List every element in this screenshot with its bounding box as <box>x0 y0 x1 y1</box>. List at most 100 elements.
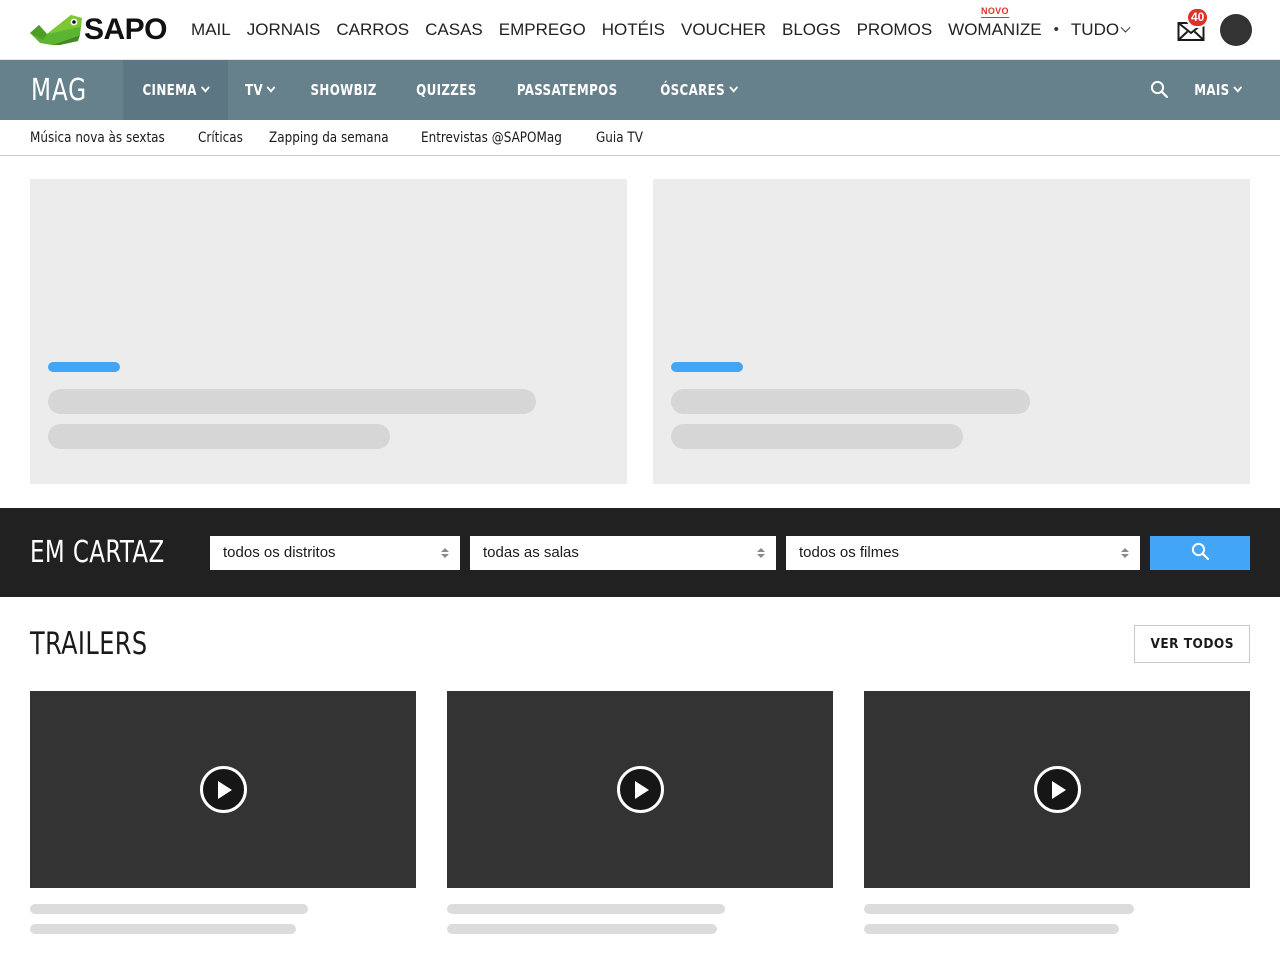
hero-card-2-title-placeholder-line-2 <box>671 424 963 449</box>
trailer-card-1-title-placeholder-line-2 <box>30 924 296 934</box>
mag-nav-link-oscares[interactable]: ÓSCARES <box>647 60 750 120</box>
sapo-nav-link-carros[interactable]: CARROS <box>328 0 417 60</box>
subnav-item-entrevistas-sapomag[interactable]: Entrevistas @SAPOMag <box>421 130 562 146</box>
sapo-nav-item-emprego[interactable]: EMPREGO <box>491 0 594 60</box>
stepper-arrows-icon <box>441 548 449 558</box>
subnav-item-zapping-da-semana[interactable]: Zapping da semana <box>269 130 389 146</box>
mag-search-button[interactable] <box>1145 75 1173 106</box>
mag-main-nav: CINEMA TV SHOWBIZ QUIZZES PASSATEMPOS ÓS… <box>123 60 756 120</box>
mag-nav-item-quizzes[interactable]: QUIZZES <box>397 60 496 120</box>
mail-count-badge: 40 <box>1186 7 1209 28</box>
trailers-header: TRAILERS VER TODOS <box>30 625 1250 663</box>
mag-nav-link-quizzes[interactable]: QUIZZES <box>403 60 490 120</box>
sapo-nav-separator: • <box>1050 0 1063 60</box>
user-avatar[interactable] <box>1220 14 1252 46</box>
districts-select-value: todos os distritos <box>223 544 433 561</box>
em-cartaz-title: EM CARTAZ <box>30 535 183 570</box>
mag-nav-item-oscares[interactable]: ÓSCARES <box>640 60 757 120</box>
sapo-nav-link-mail[interactable]: MAIL <box>183 0 239 60</box>
sapo-nav-link-voucher[interactable]: VOUCHER <box>673 0 774 60</box>
trailers-view-all-button[interactable]: VER TODOS <box>1134 625 1250 663</box>
sapo-nav-item-casas[interactable]: CASAS <box>417 0 491 60</box>
chevron-down-icon <box>201 82 210 92</box>
play-icon[interactable] <box>200 766 247 813</box>
trailer-card-1 <box>30 691 416 944</box>
em-cartaz-search-button[interactable] <box>1150 536 1250 570</box>
subnav-item-guia-tv[interactable]: Guia TV <box>596 130 643 146</box>
mag-nav-item-cinema[interactable]: CINEMA <box>123 60 228 120</box>
subnav-item-criticas[interactable]: Críticas <box>198 130 243 146</box>
movies-select[interactable]: todos os filmes <box>786 536 1140 570</box>
hero-section <box>0 156 1280 508</box>
sapo-nav-link-jornais[interactable]: JORNAIS <box>239 0 329 60</box>
trailer-card-3 <box>864 691 1250 944</box>
chevron-down-icon <box>267 82 276 92</box>
movies-select-value: todos os filmes <box>799 544 1113 561</box>
sapo-nav-item-mail[interactable]: MAIL <box>183 0 239 60</box>
mag-more-label: MAIS <box>1194 81 1229 99</box>
trailer-card-1-thumbnail[interactable] <box>30 691 416 888</box>
mag-nav-item-showbiz[interactable]: SHOWBIZ <box>291 60 396 120</box>
mag-nav-link-showbiz[interactable]: SHOWBIZ <box>298 60 391 120</box>
mag-nav-link-cinema[interactable]: CINEMA <box>129 60 221 120</box>
sapo-nav-item-voucher[interactable]: VOUCHER <box>673 0 774 60</box>
hero-card-1[interactable] <box>30 179 627 484</box>
mag-nav-link-passatempos[interactable]: PASSATEMPOS <box>504 60 631 120</box>
subnav-item-musica-nova-as-sextas[interactable]: Música nova às sextas <box>30 130 165 146</box>
hero-card-2-category-placeholder <box>671 362 743 372</box>
sapo-frog-logo-icon <box>30 15 82 45</box>
chevron-down-icon <box>1121 22 1131 32</box>
hero-card-2-placeholder <box>671 362 1232 449</box>
mag-nav-item-passatempos[interactable]: PASSATEMPOS <box>495 60 639 120</box>
em-cartaz-filter-form: todos os distritos todas as salas todos … <box>210 536 1250 570</box>
mag-nav-link-tv[interactable]: TV <box>232 60 288 120</box>
trailer-card-1-placeholder <box>30 888 416 934</box>
sapo-nav-item-blogs[interactable]: BLOGS <box>774 0 849 60</box>
play-icon[interactable] <box>617 766 664 813</box>
mail-button[interactable]: 40 <box>1176 15 1206 45</box>
trailer-card-3-title-placeholder-line-1 <box>864 904 1134 914</box>
trailers-title: TRAILERS <box>30 626 148 662</box>
sapo-nav-item-womanize[interactable]: NOVO WOMANIZE <box>940 0 1050 60</box>
mag-nav-label-oscares: ÓSCARES <box>660 81 725 99</box>
sapo-nav-link-blogs[interactable]: BLOGS <box>774 0 849 60</box>
sapo-nav-link-hoteis[interactable]: HOTÉIS <box>594 0 673 60</box>
stepper-arrows-icon <box>1121 548 1129 558</box>
hero-card-1-category-placeholder <box>48 362 120 372</box>
mag-nav-label-tv: TV <box>245 81 263 99</box>
sapo-nav-item-tudo[interactable]: TUDO <box>1063 0 1137 60</box>
districts-select[interactable]: todos os distritos <box>210 536 460 570</box>
mag-sub-nav: Música nova às sextas Críticas Zapping d… <box>0 120 1280 156</box>
sapo-nav-link-emprego[interactable]: EMPREGO <box>491 0 594 60</box>
sapo-nav-label-tudo: TUDO <box>1071 20 1119 39</box>
sapo-nav-item-jornais[interactable]: JORNAIS <box>239 0 329 60</box>
sapo-logo-link[interactable]: SAPO <box>30 15 167 45</box>
mag-nav-actions: MAIS <box>1145 60 1252 120</box>
trailer-card-1-title-placeholder-line-1 <box>30 904 308 914</box>
envelope-icon <box>1176 32 1206 49</box>
trailer-card-2-placeholder <box>447 888 833 934</box>
mag-nav-label-cinema: CINEMA <box>143 81 197 99</box>
sapo-nav-link-tudo[interactable]: TUDO <box>1063 0 1137 60</box>
chevron-down-icon <box>1233 82 1242 92</box>
sapo-nav-item-hoteis[interactable]: HOTÉIS <box>594 0 673 60</box>
play-icon[interactable] <box>1034 766 1081 813</box>
trailer-card-3-title-placeholder-line-2 <box>864 924 1119 934</box>
sapo-nav-link-casas[interactable]: CASAS <box>417 0 491 60</box>
sapo-nav-item-promos[interactable]: PROMOS <box>849 0 941 60</box>
trailer-card-2-thumbnail[interactable] <box>447 691 833 888</box>
hero-card-1-title-placeholder-line-1 <box>48 389 536 414</box>
mag-more-button[interactable]: MAIS <box>1194 81 1241 99</box>
separator-dot: • <box>1050 21 1063 38</box>
mag-brand-logo[interactable]: MAG <box>0 60 106 120</box>
sapo-top-bar: SAPO MAIL JORNAIS CARROS CASAS EMPREGO H… <box>0 0 1280 60</box>
trailer-card-3-thumbnail[interactable] <box>864 691 1250 888</box>
hero-card-2-title-placeholder-line-1 <box>671 389 1030 414</box>
sapo-wordmark: SAPO <box>84 15 167 45</box>
mag-nav-item-tv[interactable]: TV <box>228 60 291 120</box>
rooms-select[interactable]: todas as salas <box>470 536 776 570</box>
sapo-nav-item-carros[interactable]: CARROS <box>328 0 417 60</box>
stepper-arrows-icon <box>757 548 765 558</box>
hero-card-2[interactable] <box>653 179 1250 484</box>
sapo-nav-link-promos[interactable]: PROMOS <box>849 0 941 60</box>
